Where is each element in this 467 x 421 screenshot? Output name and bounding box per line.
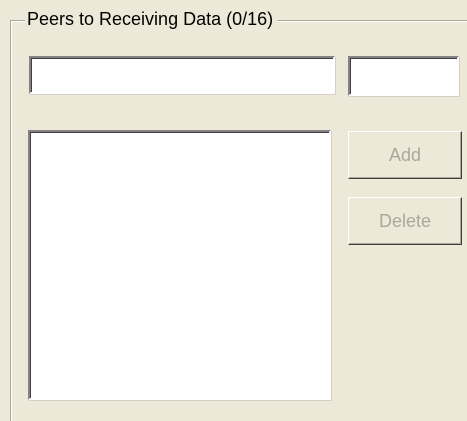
peer-address-input[interactable]: [29, 56, 335, 94]
peer-port-input[interactable]: [348, 56, 459, 96]
groupbox-title: Peers to Receiving Data (0/16): [25, 7, 278, 31]
peer-listbox[interactable]: [28, 130, 331, 400]
add-button[interactable]: Add: [348, 131, 462, 179]
delete-button[interactable]: Delete: [348, 197, 462, 245]
